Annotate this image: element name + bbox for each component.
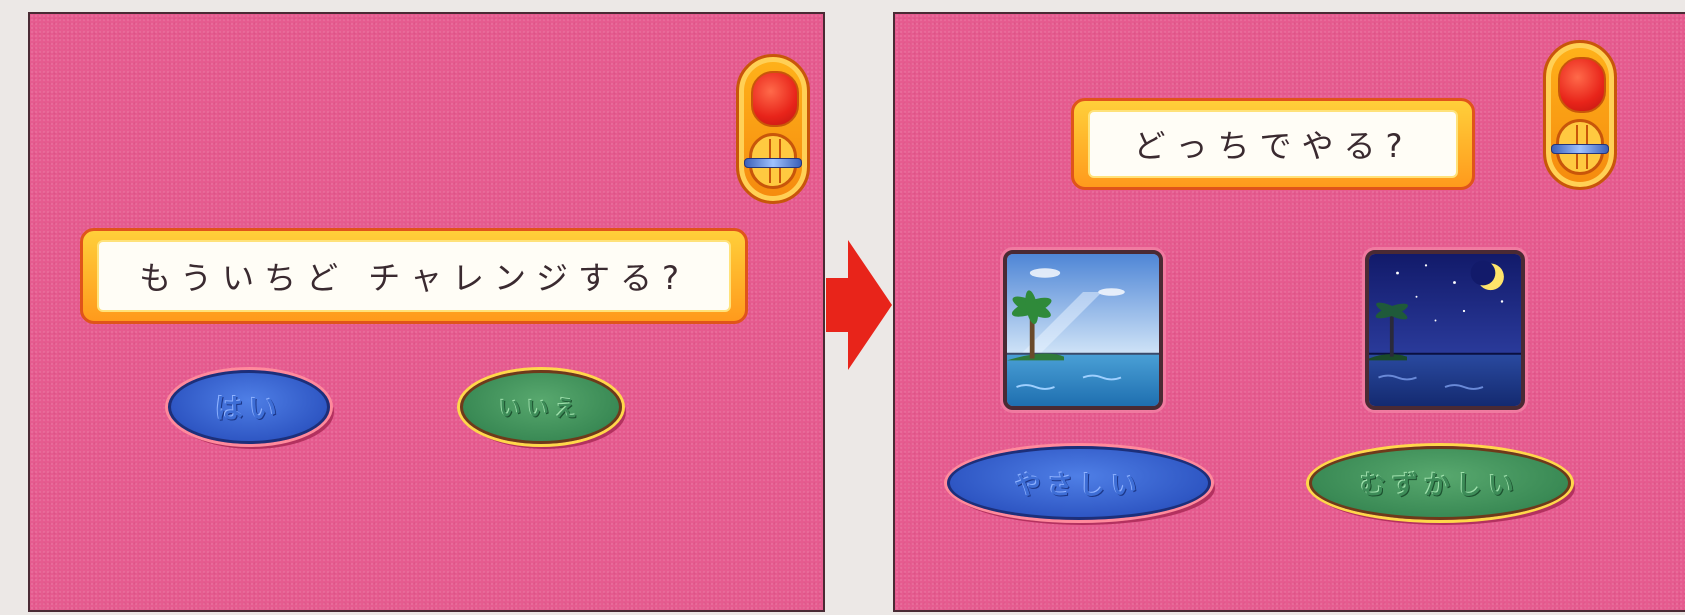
night-beach-scene-icon bbox=[1369, 254, 1521, 406]
difficulty-screen: どっちでやる? やさしい むずかしい bbox=[893, 12, 1685, 612]
retry-message-text: もういちど チャレンジする? bbox=[97, 240, 731, 312]
hard-button[interactable]: むずかしい bbox=[1309, 446, 1571, 520]
dial-bar-icon bbox=[744, 158, 802, 168]
dial-icon bbox=[744, 133, 802, 189]
night-beach-scene[interactable] bbox=[1365, 250, 1525, 410]
question-text: どっちでやる? bbox=[1088, 110, 1458, 178]
day-beach-scene[interactable] bbox=[1003, 250, 1163, 410]
dial-icon bbox=[1551, 119, 1609, 175]
tutorial-stage: もういちど チャレンジする? はい いいえ どっちでやる? やさしい むずかしい bbox=[0, 0, 1685, 615]
dial-bar-icon bbox=[1551, 144, 1609, 154]
easy-button[interactable]: やさしい bbox=[947, 446, 1211, 520]
question-banner: どっちでやる? bbox=[1071, 98, 1475, 190]
yes-button[interactable]: はい bbox=[168, 370, 330, 444]
retry-screen: もういちど チャレンジする? はい いいえ bbox=[28, 12, 825, 612]
red-lamp-icon bbox=[751, 71, 799, 127]
signal-indicator bbox=[1543, 40, 1617, 190]
right-arrow-icon bbox=[826, 240, 892, 370]
signal-indicator bbox=[736, 54, 810, 204]
no-button[interactable]: いいえ bbox=[460, 370, 622, 444]
retry-message-banner: もういちど チャレンジする? bbox=[80, 228, 748, 324]
red-lamp-icon bbox=[1558, 57, 1606, 113]
day-beach-scene-icon bbox=[1007, 254, 1159, 406]
